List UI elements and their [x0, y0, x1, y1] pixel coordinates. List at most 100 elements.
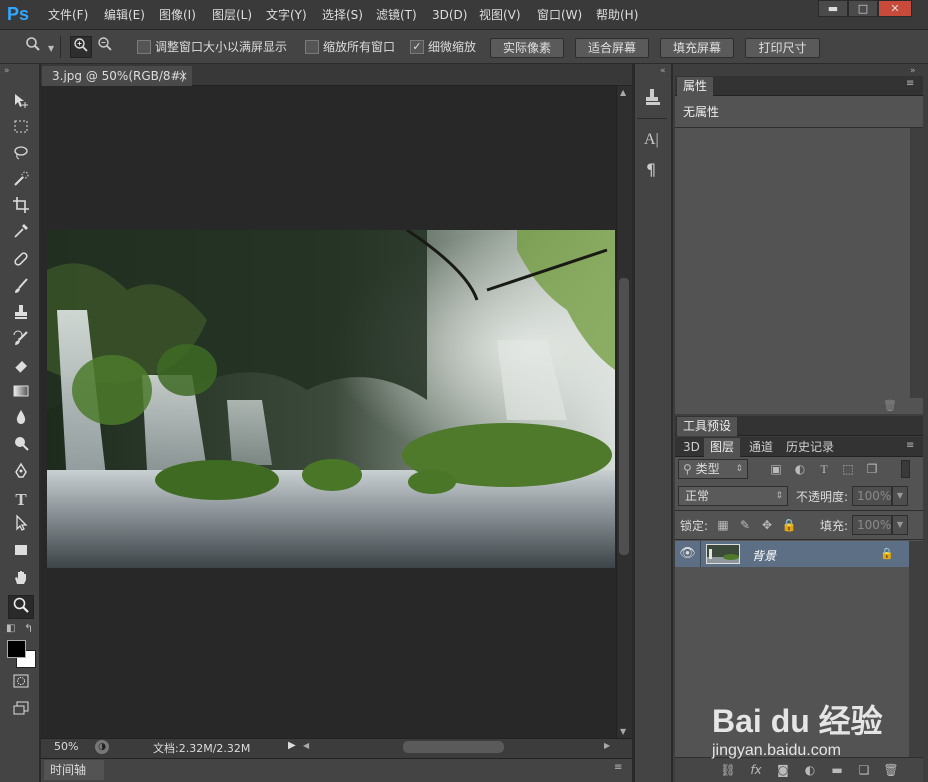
menu-image[interactable]: 图像(I): [159, 0, 196, 30]
properties-delete-icon[interactable]: 🗑: [883, 399, 897, 412]
zoom-level[interactable]: 50%: [54, 740, 78, 753]
preset-dropdown-arrow-icon[interactable]: ▼: [48, 44, 54, 53]
tool-presets-icon[interactable]: [641, 88, 665, 110]
scroll-right-arrow-icon[interactable]: ▶: [604, 741, 610, 750]
quick-select-icon[interactable]: [8, 170, 34, 194]
timeline-menu-icon[interactable]: ≡: [614, 762, 622, 773]
menu-select[interactable]: 选择(S): [322, 0, 363, 30]
eraser-tool-icon[interactable]: [8, 356, 34, 380]
tab-properties[interactable]: 属性: [677, 77, 714, 96]
default-colors-icon[interactable]: ◧: [6, 623, 15, 634]
menu-filter[interactable]: 滤镜(T): [376, 0, 417, 30]
zoom-tool-preset-icon[interactable]: [22, 36, 44, 58]
zoom-tool-icon[interactable]: [8, 595, 34, 619]
menu-window[interactable]: 窗口(W): [537, 0, 582, 30]
layer-name[interactable]: 背景: [752, 547, 776, 564]
brush-tool-icon[interactable]: [8, 277, 34, 301]
filter-smart-object-icon[interactable]: ❐: [864, 461, 880, 477]
lock-all-icon[interactable]: 🔒: [781, 517, 797, 533]
status-share-icon[interactable]: ◑: [95, 740, 109, 754]
blend-mode-select[interactable]: 正常 ⇕: [678, 486, 788, 506]
timeline-tab[interactable]: 时间轴: [44, 760, 104, 780]
scrubby-zoom-checkbox[interactable]: ✓: [410, 40, 424, 54]
crop-tool-icon[interactable]: [8, 196, 34, 220]
paragraph-panel-icon[interactable]: ¶: [646, 160, 656, 179]
delete-layer-icon[interactable]: 🗑: [883, 762, 899, 778]
fill-screen-button[interactable]: 填充屏幕: [660, 38, 734, 58]
new-group-icon[interactable]: ▬: [829, 762, 845, 778]
layer-effects-icon[interactable]: fx: [748, 762, 764, 778]
tab-tool-presets[interactable]: 工具预设: [677, 417, 738, 436]
lock-transparent-pixels-icon[interactable]: ▦: [715, 517, 731, 533]
hand-tool-icon[interactable]: [8, 568, 34, 592]
character-panel-icon[interactable]: A|: [644, 131, 659, 149]
zoom-out-icon[interactable]: [94, 36, 116, 58]
close-tab-icon[interactable]: ×: [178, 66, 188, 86]
minimize-button[interactable]: ▬: [818, 0, 848, 17]
healing-brush-icon[interactable]: [8, 250, 34, 274]
filter-shape-layer-icon[interactable]: ⬚: [840, 461, 856, 477]
scroll-up-arrow-icon[interactable]: ▲: [620, 88, 626, 97]
menu-edit[interactable]: 编辑(E): [104, 0, 145, 30]
menu-help[interactable]: 帮助(H): [596, 0, 638, 30]
scroll-left-arrow-icon[interactable]: ◀: [303, 741, 309, 750]
dodge-tool-icon[interactable]: [8, 434, 34, 458]
document-tab[interactable]: 3.jpg @ 50%(RGB/8#) ×: [42, 66, 192, 86]
zoom-all-windows-checkbox[interactable]: [305, 40, 319, 54]
pen-tool-icon[interactable]: [8, 462, 34, 486]
layer-filter-kind-select[interactable]: ⚲ 类型 ⇕: [678, 459, 748, 479]
tab-history[interactable]: 历史记录: [780, 438, 840, 457]
screen-mode-icon[interactable]: [8, 699, 34, 723]
clone-stamp-icon[interactable]: [8, 303, 34, 327]
opacity-input[interactable]: 100%: [852, 486, 892, 506]
quick-mask-icon[interactable]: [8, 672, 34, 696]
move-tool-icon[interactable]: [8, 92, 34, 116]
menu-view[interactable]: 视图(V): [479, 0, 521, 30]
menu-3d[interactable]: 3D(D): [432, 0, 467, 30]
scroll-down-arrow-icon[interactable]: ▼: [620, 727, 626, 736]
properties-scrollbar[interactable]: [910, 128, 923, 398]
filter-type-layer-icon[interactable]: T: [816, 461, 832, 477]
lasso-tool-icon[interactable]: [8, 144, 34, 168]
eyedropper-icon[interactable]: [8, 222, 34, 246]
path-select-icon[interactable]: [8, 514, 34, 538]
tab-channels[interactable]: 通道: [743, 438, 779, 457]
type-tool-icon[interactable]: T: [8, 488, 34, 512]
expand-dock-icon[interactable]: «: [660, 66, 666, 76]
status-menu-arrow-icon[interactable]: ▶: [288, 740, 296, 751]
rectangle-tool-icon[interactable]: [8, 541, 34, 565]
lock-position-icon[interactable]: ✥: [759, 517, 775, 533]
layer-visibility-eye-icon[interactable]: 👁: [675, 541, 701, 567]
new-adjustment-layer-icon[interactable]: ◐: [802, 762, 818, 778]
tab-3d[interactable]: 3D: [677, 438, 706, 457]
resize-windows-checkbox[interactable]: [137, 40, 151, 54]
maximize-button[interactable]: □: [848, 0, 878, 17]
link-layers-icon[interactable]: ⛓: [720, 762, 736, 778]
marquee-tool-icon[interactable]: [8, 118, 34, 142]
zoom-in-icon[interactable]: [70, 36, 92, 58]
properties-menu-icon[interactable]: ≡: [906, 78, 914, 89]
menu-type[interactable]: 文字(Y): [266, 0, 307, 30]
actual-pixels-button[interactable]: 实际像素: [490, 38, 564, 58]
tab-layers[interactable]: 图层: [704, 438, 741, 457]
fit-screen-button[interactable]: 适合屏幕: [575, 38, 649, 58]
print-size-button[interactable]: 打印尺寸: [745, 38, 820, 58]
foreground-color-swatch[interactable]: [7, 640, 26, 658]
filter-adjustment-layer-icon[interactable]: ◐: [792, 461, 808, 477]
filter-toggle-switch[interactable]: [901, 460, 910, 478]
history-brush-icon[interactable]: [8, 329, 34, 353]
fill-slider-icon[interactable]: ▼: [892, 515, 908, 535]
add-mask-icon[interactable]: ◙: [775, 762, 791, 778]
menu-file[interactable]: 文件(F): [48, 0, 88, 30]
horizontal-scroll-thumb[interactable]: [403, 741, 504, 753]
gradient-tool-icon[interactable]: [8, 382, 34, 406]
layers-menu-icon[interactable]: ≡: [906, 440, 914, 451]
swap-colors-icon[interactable]: ↰: [24, 622, 33, 635]
opacity-slider-icon[interactable]: ▼: [892, 486, 908, 506]
close-window-button[interactable]: ✕: [878, 0, 912, 17]
document-image[interactable]: [47, 230, 615, 568]
vertical-scroll-thumb[interactable]: [619, 278, 629, 555]
collapse-panel-icon[interactable]: »: [4, 66, 10, 76]
layers-scrollbar[interactable]: [909, 541, 923, 757]
lock-image-pixels-icon[interactable]: ✎: [737, 517, 753, 533]
